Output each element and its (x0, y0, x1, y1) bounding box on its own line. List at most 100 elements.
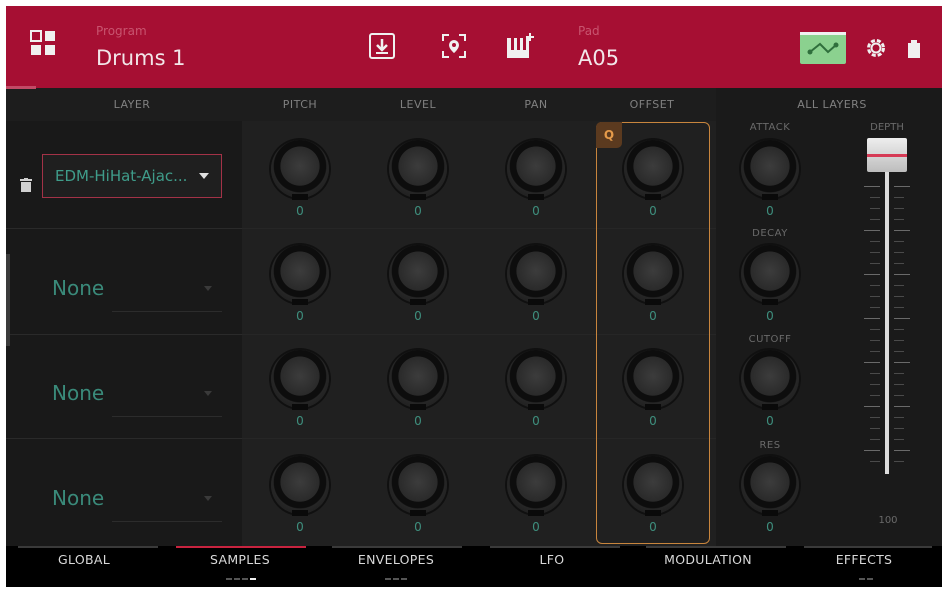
layer-1-pan-value: 0 (532, 204, 540, 218)
program-name[interactable]: Drums 1 (96, 46, 186, 70)
fader-tick (870, 428, 880, 429)
layer-3-pan-value: 0 (532, 414, 540, 428)
layer-4-offset-knob[interactable] (624, 456, 682, 516)
select-underline (112, 521, 222, 522)
layer-4-pan-knob[interactable] (507, 456, 565, 516)
layer-2-sample-select[interactable]: None (52, 268, 222, 312)
layer-2-pitch-knob[interactable] (271, 245, 329, 305)
layer-3-pitch-knob[interactable] (271, 350, 329, 410)
fader-tick (870, 208, 880, 209)
tab-indicator (804, 546, 932, 548)
fader-tick (894, 197, 904, 198)
res-knob[interactable] (741, 456, 799, 516)
fader-tick (894, 219, 904, 220)
tab-indicator (490, 546, 620, 548)
trash-icon[interactable] (20, 178, 32, 192)
fader-tick (894, 274, 910, 275)
decay-knob[interactable] (741, 245, 799, 305)
layer-1-pan-knob[interactable] (507, 140, 565, 200)
column-header-pitch: PITCH (282, 98, 318, 111)
row-divider (6, 438, 242, 439)
res-label: RES (759, 440, 781, 451)
layer-4-sample-select[interactable]: None (52, 478, 222, 522)
fader-tick (894, 406, 910, 407)
depth-value: 100 (878, 515, 898, 526)
fader-tick (894, 340, 904, 341)
scrollbar[interactable] (6, 254, 10, 346)
fader-tick (894, 252, 904, 253)
layer-3-offset-knob[interactable] (624, 350, 682, 410)
fader-tick (870, 373, 880, 374)
fader-tick (894, 263, 904, 264)
depth-fader-track[interactable] (885, 146, 889, 474)
row-divider (6, 228, 242, 229)
fader-tick (894, 318, 910, 319)
pad-name[interactable]: A05 (578, 46, 619, 70)
mod-routing-icon[interactable] (800, 32, 846, 64)
fader-tick (864, 406, 880, 407)
layer-4-pan-value: 0 (532, 520, 540, 534)
fader-tick (870, 263, 880, 264)
layer-4-sample-name: None (52, 486, 105, 510)
tab-effects[interactable]: EFFECTS (786, 552, 942, 567)
locate-icon[interactable] (440, 32, 468, 60)
fader-tick (870, 395, 880, 396)
fader-tick (870, 329, 880, 330)
page-dots (226, 578, 256, 580)
layer-3-offset-value: 0 (649, 414, 657, 428)
fader-tick (894, 230, 910, 231)
layer-2-offset-knob[interactable] (624, 245, 682, 305)
cutoff-value: 0 (766, 414, 774, 428)
layer-2-offset-value: 0 (649, 309, 657, 323)
layer-1-offset-knob[interactable] (624, 140, 682, 200)
fader-tick (894, 384, 904, 385)
column-header-all-layers: ALL LAYERS (797, 98, 867, 111)
fader-tick (894, 241, 904, 242)
depth-fader-handle[interactable] (867, 138, 907, 172)
layer-3-level-value: 0 (414, 414, 422, 428)
layer-2-sample-name: None (52, 276, 105, 300)
fader-tick (894, 329, 904, 330)
layer-2-pitch-value: 0 (296, 309, 304, 323)
layer-3-pitch-value: 0 (296, 414, 304, 428)
save-icon[interactable] (368, 32, 396, 60)
layer-4-pitch-knob[interactable] (271, 456, 329, 516)
keyboard-icon[interactable] (506, 32, 534, 60)
tab-modulation[interactable]: MODULATION (630, 552, 786, 567)
layer-1-level-knob[interactable] (389, 140, 447, 200)
depth-label: DEPTH (870, 122, 904, 133)
fader-tick (864, 450, 880, 451)
cutoff-knob[interactable] (741, 350, 799, 410)
tab-global[interactable]: GLOBAL (6, 552, 162, 567)
page-dots (859, 578, 873, 580)
layer-3-pan-knob[interactable] (507, 350, 565, 410)
layer-2-pan-knob[interactable] (507, 245, 565, 305)
grid-icon[interactable] (30, 30, 56, 56)
attack-knob[interactable] (741, 140, 799, 200)
tab-samples[interactable]: SAMPLES (162, 552, 318, 567)
layer-1-pitch-knob[interactable] (271, 140, 329, 200)
fader-tick (894, 417, 904, 418)
layer-3-sample-select[interactable]: None (52, 373, 222, 417)
layer-3-level-knob[interactable] (389, 350, 447, 410)
layer-1-sample-name: EDM-HiHat-Ajac... (55, 167, 188, 185)
fader-tick (864, 274, 880, 275)
tab-envelopes[interactable]: ENVELOPES (318, 552, 474, 567)
layer-4-offset-value: 0 (649, 520, 657, 534)
tab-lfo[interactable]: LFO (474, 552, 630, 567)
decay-value: 0 (766, 309, 774, 323)
chevron-down-icon (204, 286, 212, 291)
fader-tick (894, 362, 910, 363)
gear-icon[interactable] (864, 36, 888, 60)
decay-label: DECAY (752, 228, 788, 239)
layer-2-level-knob[interactable] (389, 245, 447, 305)
layer-4-level-knob[interactable] (389, 456, 447, 516)
fader-tick (870, 252, 880, 253)
column-header-level: LEVEL (399, 98, 437, 111)
layer-1-pitch-value: 0 (296, 204, 304, 218)
layer-1-sample-select[interactable]: EDM-HiHat-Ajac... (42, 154, 222, 198)
fader-tick (894, 208, 904, 209)
fader-tick (870, 340, 880, 341)
quantize-badge[interactable]: Q (596, 122, 622, 148)
fader-tick (870, 197, 880, 198)
